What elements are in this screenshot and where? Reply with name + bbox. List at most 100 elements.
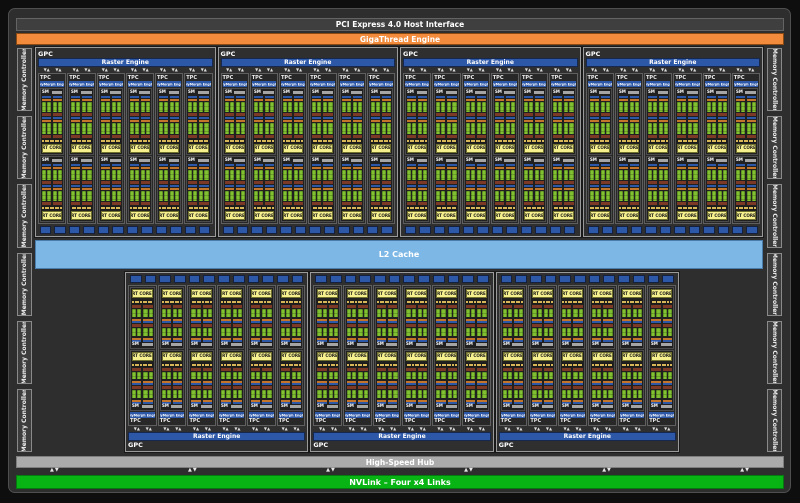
partition-subblock bbox=[377, 368, 386, 386]
partition-subblock bbox=[544, 368, 553, 386]
rt-core-label: RT CORE bbox=[466, 352, 487, 361]
sm-block: SMRT CORE bbox=[493, 156, 517, 223]
cuda-core-column bbox=[117, 170, 121, 180]
dispatch-bar-blue-icon bbox=[718, 117, 727, 119]
l1-cache-tile bbox=[203, 275, 215, 283]
sm-partition bbox=[707, 96, 727, 116]
sm-header-bar bbox=[260, 405, 271, 408]
rt-core-text: RT CORE bbox=[592, 291, 612, 296]
partition-subblock bbox=[342, 185, 351, 205]
partition-subblock bbox=[329, 368, 338, 386]
texture-unit-dot-icon bbox=[640, 364, 642, 366]
dispatch-bar-orange-icon bbox=[477, 99, 486, 101]
tpc-block: TPCPolyMorph EngineSMRT CORESMRT CORE bbox=[402, 285, 431, 426]
partition-subblock bbox=[162, 386, 171, 404]
core-columns bbox=[358, 372, 367, 380]
cuda-core-column bbox=[299, 102, 303, 112]
dispatch-bar-orange-icon bbox=[53, 99, 62, 101]
partition-subblock bbox=[112, 164, 121, 184]
sm-header-bar bbox=[81, 91, 92, 94]
partition-subblock bbox=[382, 117, 391, 137]
register-row-icon bbox=[553, 113, 562, 116]
core-columns bbox=[535, 102, 544, 112]
l1-cache-tile bbox=[550, 226, 561, 234]
cuda-core-column bbox=[191, 390, 195, 398]
cuda-core-column bbox=[137, 390, 141, 398]
partition-subblock bbox=[524, 117, 533, 137]
rt-core-label: RT CORE bbox=[406, 289, 427, 298]
register-row-icon bbox=[436, 386, 445, 389]
dispatch-bar-blue-icon bbox=[347, 383, 356, 385]
cuda-core-column bbox=[712, 123, 716, 133]
memory-controller-label: Memory Controller bbox=[21, 116, 28, 179]
partition-subblock bbox=[221, 305, 230, 323]
core-columns bbox=[225, 170, 234, 180]
sm-partition bbox=[371, 117, 391, 137]
partition-subblock bbox=[648, 164, 657, 184]
polymorph-engine-bar: PolyMorph Engine bbox=[501, 412, 526, 418]
dispatch-bar-blue-icon bbox=[101, 185, 110, 187]
rt-core-text: RT CORE bbox=[590, 146, 610, 151]
register-row-icon bbox=[503, 368, 512, 371]
rt-core-text: RT CORE bbox=[162, 291, 182, 296]
register-row-icon bbox=[718, 202, 727, 205]
sm-header: SM bbox=[406, 342, 427, 347]
cuda-core-column bbox=[259, 123, 263, 133]
dispatch-bar-blue-icon bbox=[407, 185, 416, 187]
dispatch-bar-blue-icon bbox=[436, 185, 445, 187]
texture-unit-row bbox=[592, 300, 613, 304]
rt-core-text: RT CORE bbox=[466, 291, 486, 296]
register-row-icon bbox=[436, 324, 445, 327]
dispatch-bar-orange-icon bbox=[71, 167, 80, 169]
dispatch-bar-blue-icon bbox=[382, 96, 391, 98]
cuda-core-column bbox=[630, 123, 634, 133]
polymorph-engine-bar: PolyMorph Engine bbox=[249, 412, 274, 418]
core-columns bbox=[294, 123, 303, 133]
sm-label: SM bbox=[371, 158, 378, 162]
partition-subblock bbox=[265, 164, 274, 184]
rt-core-text: RT CORE bbox=[592, 354, 612, 359]
partition-subblock bbox=[447, 185, 456, 205]
sm-block: SMRT CORE bbox=[649, 350, 674, 412]
dispatch-bar-orange-icon bbox=[101, 188, 110, 190]
partition-subblock bbox=[736, 96, 745, 116]
sm-header: SM bbox=[436, 404, 457, 409]
texture-unit-row bbox=[162, 363, 183, 367]
dispatch-bar-blue-icon bbox=[633, 383, 642, 385]
cuda-core-column bbox=[388, 309, 392, 317]
cuda-core-column bbox=[358, 170, 362, 180]
sm-block: SMRT CORE bbox=[40, 88, 64, 155]
cuda-core-column bbox=[173, 372, 177, 380]
partition-subblock bbox=[191, 386, 200, 404]
arrow-pair-icon: ▼▲ bbox=[736, 68, 742, 72]
core-columns bbox=[477, 170, 486, 180]
texture-unit-row bbox=[251, 363, 272, 367]
cuda-core-column bbox=[514, 390, 518, 398]
cuda-core-column bbox=[112, 123, 116, 133]
core-columns bbox=[317, 372, 326, 380]
rt-core-text: RT CORE bbox=[72, 146, 92, 151]
dispatch-bar-blue-icon bbox=[736, 164, 745, 166]
register-row-icon bbox=[601, 202, 610, 205]
partition-subblock bbox=[42, 185, 51, 205]
texture-unit-dot-icon bbox=[206, 140, 208, 142]
sm-partition bbox=[592, 386, 613, 404]
dispatch-bar-blue-icon bbox=[506, 117, 515, 119]
cuda-core-column bbox=[283, 191, 287, 201]
sm-header: SM bbox=[648, 90, 668, 95]
cuda-core-column bbox=[668, 372, 672, 380]
sm-block: SMRT CORE bbox=[675, 88, 699, 155]
sm-header: SM bbox=[371, 90, 391, 95]
core-columns bbox=[130, 123, 139, 133]
cuda-core-column bbox=[173, 328, 177, 336]
cuda-core-column bbox=[236, 123, 240, 133]
core-columns bbox=[564, 102, 573, 112]
register-row-icon bbox=[592, 324, 601, 327]
register-row-icon bbox=[233, 386, 242, 389]
polymorph-engine-bar: PolyMorph Engine bbox=[649, 412, 674, 418]
l1-cache-tile bbox=[718, 226, 729, 234]
core-columns bbox=[603, 328, 612, 336]
arrow-pair-icon: ▼▲ bbox=[603, 68, 609, 72]
sm-partition bbox=[188, 96, 208, 116]
dispatch-bar-orange-icon bbox=[436, 99, 445, 101]
